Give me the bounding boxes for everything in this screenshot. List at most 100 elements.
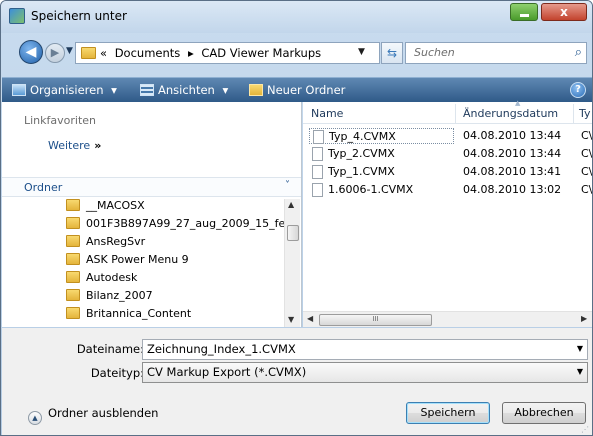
- filename-label: Dateiname:: [76, 342, 144, 356]
- breadcrumb-separator-icon[interactable]: ▸: [188, 46, 194, 60]
- folder-tree-item[interactable]: Bilanz_2007: [66, 289, 153, 307]
- breadcrumb-overflow[interactable]: «: [100, 46, 107, 60]
- scroll-down-icon[interactable]: ▼: [288, 315, 294, 324]
- file-name: Typ_2.CVMX: [328, 147, 395, 160]
- folder-label: 001F3B897A99_27_aug_2009_15_feb_20: [86, 217, 284, 230]
- file-name-cell: Typ_1.CVMX: [309, 164, 454, 180]
- folder-icon: [66, 271, 80, 283]
- file-type: C\: [581, 183, 593, 196]
- folder-icon: [66, 217, 80, 229]
- app-icon: [9, 8, 25, 24]
- title-bar: Speichern unter x: [1, 1, 592, 33]
- column-divider[interactable]: [573, 104, 574, 124]
- file-name-cell: Typ_2.CVMX: [309, 146, 454, 162]
- new-folder-icon: [249, 84, 263, 96]
- chevron-down-icon: ▾: [111, 83, 117, 97]
- file-date: 04.08.2010 13:02: [463, 183, 562, 196]
- filename-value: Zeichnung_Index_1.CVMX: [147, 342, 296, 356]
- file-type: C\: [581, 147, 593, 160]
- folder-icon: [66, 253, 80, 265]
- hide-folders-label: Ordner ausblenden: [48, 406, 159, 420]
- folder-tree-item[interactable]: Autodesk: [66, 271, 137, 289]
- address-row: ◀ ▶ ▼ « Documents ▸ CAD Viewer Markups ▼…: [1, 35, 592, 75]
- column-headers: Name ▲ Änderungsdatum Ty: [303, 99, 592, 124]
- chevron-down-icon: ▼: [576, 367, 583, 376]
- search-placeholder: Suchen: [414, 46, 455, 59]
- file-row[interactable]: Typ_1.CVMX 04.08.2010 13:41 C\: [303, 164, 592, 180]
- file-list-scrollbar[interactable]: ◀ III ▶: [303, 311, 592, 327]
- file-name-cell: Typ_4.CVMX: [309, 128, 454, 144]
- filename-field[interactable]: Zeichnung_Index_1.CVMX ▼: [142, 339, 588, 360]
- favorites-title: Linkfavoriten: [24, 114, 97, 127]
- folder-icon: [66, 235, 80, 247]
- file-icon: [312, 147, 323, 161]
- file-row[interactable]: Typ_4.CVMX 04.08.2010 13:44 C\: [303, 128, 592, 144]
- breadcrumb-cad-viewer-markups[interactable]: CAD Viewer Markups: [201, 46, 321, 60]
- file-list: Name ▲ Änderungsdatum Ty Typ_4.CVMX 04.0…: [303, 99, 592, 327]
- folder-tree-item[interactable]: Britannica_Content: [66, 307, 191, 325]
- column-header-type[interactable]: Ty: [579, 107, 591, 120]
- close-button[interactable]: x: [541, 3, 587, 21]
- save-button[interactable]: Speichern: [406, 402, 490, 424]
- organize-icon: [12, 84, 26, 96]
- folder-label: Bilanz_2007: [86, 289, 153, 302]
- file-name: Typ_1.CVMX: [328, 165, 395, 178]
- search-icon[interactable]: ⌕: [575, 45, 582, 60]
- scroll-right-icon[interactable]: ▶: [581, 314, 587, 323]
- folder-tree-item[interactable]: AnsRegSvr: [66, 235, 145, 253]
- folder-tree-scrollbar[interactable]: ▲ ▼: [284, 199, 300, 327]
- file-icon: [312, 183, 323, 197]
- chevron-down-icon[interactable]: ▼: [577, 344, 583, 353]
- breadcrumb-documents[interactable]: Documents: [115, 46, 181, 60]
- address-bar[interactable]: « Documents ▸ CAD Viewer Markups ▼: [75, 42, 380, 64]
- navigation-pane: Linkfavoriten Weitere» Ordner ˅ __MACOSX…: [2, 102, 302, 327]
- column-divider[interactable]: [455, 104, 456, 124]
- forward-button[interactable]: ▶: [45, 43, 65, 63]
- cancel-button[interactable]: Abbrechen: [502, 402, 586, 424]
- scroll-up-icon[interactable]: ▲: [288, 200, 294, 209]
- folder-tree-item[interactable]: ASK Power Menu 9: [66, 253, 189, 271]
- minimize-button[interactable]: [510, 3, 538, 21]
- folders-header-label: Ordner: [24, 181, 63, 194]
- folder-icon: [66, 289, 80, 301]
- folder-tree-item[interactable]: 001F3B897A99_27_aug_2009_15_feb_20: [66, 217, 284, 235]
- file-row[interactable]: Typ_2.CVMX 04.08.2010 13:44 C\: [303, 146, 592, 162]
- back-button[interactable]: ◀: [19, 40, 43, 64]
- search-input[interactable]: Suchen ⌕: [405, 42, 587, 64]
- scroll-left-icon[interactable]: ◀: [307, 314, 313, 323]
- refresh-button[interactable]: ⇆: [381, 42, 403, 64]
- file-icon: [313, 130, 324, 144]
- views-label: Ansichten: [158, 83, 215, 97]
- views-menu[interactable]: Ansichten ▾: [140, 83, 228, 97]
- folder-label: __MACOSX: [86, 199, 145, 212]
- new-folder-button[interactable]: Neuer Ordner: [249, 83, 345, 97]
- folder-icon: [66, 199, 80, 211]
- toolbar: Organisieren ▾ Ansichten ▾ Neuer Ordner …: [2, 77, 592, 102]
- resize-grip-icon[interactable]: ⋰: [581, 425, 589, 434]
- hide-folders-button[interactable]: ▲ Ordner ausblenden: [28, 406, 158, 425]
- filetype-select[interactable]: CV Markup Export (*.CVMX) ▼: [142, 362, 588, 383]
- chevron-down-icon: ▾: [222, 83, 229, 97]
- folder-tree-item[interactable]: __MACOSX: [66, 199, 145, 217]
- filetype-label: Dateityp:: [90, 366, 144, 380]
- save-form: Dateiname: Zeichnung_Index_1.CVMX ▼ Date…: [2, 328, 592, 435]
- file-date: 04.08.2010 13:44: [463, 147, 562, 160]
- organize-menu[interactable]: Organisieren ▾: [12, 83, 117, 97]
- address-dropdown-icon[interactable]: ▼: [358, 47, 365, 57]
- folders-header[interactable]: Ordner ˅: [2, 177, 301, 197]
- scrollbar-thumb[interactable]: III: [319, 314, 432, 326]
- favorites-more-link[interactable]: Weitere»: [48, 139, 101, 152]
- history-dropdown-icon[interactable]: ▼: [66, 46, 73, 56]
- column-header-date[interactable]: Änderungsdatum: [463, 107, 558, 120]
- folder-label: AnsRegSvr: [86, 235, 146, 248]
- file-date: 04.08.2010 13:44: [463, 129, 562, 142]
- help-icon[interactable]: ?: [570, 82, 586, 98]
- file-row[interactable]: 1.6006-1.CVMX 04.08.2010 13:02 C\: [303, 182, 592, 198]
- file-date: 04.08.2010 13:41: [463, 165, 562, 178]
- file-icon: [312, 165, 323, 179]
- scrollbar-thumb[interactable]: [287, 225, 299, 241]
- window-title: Speichern unter: [31, 9, 127, 23]
- file-name: 1.6006-1.CVMX: [328, 183, 414, 196]
- column-header-name[interactable]: Name: [311, 107, 343, 120]
- file-type: C\: [581, 129, 593, 142]
